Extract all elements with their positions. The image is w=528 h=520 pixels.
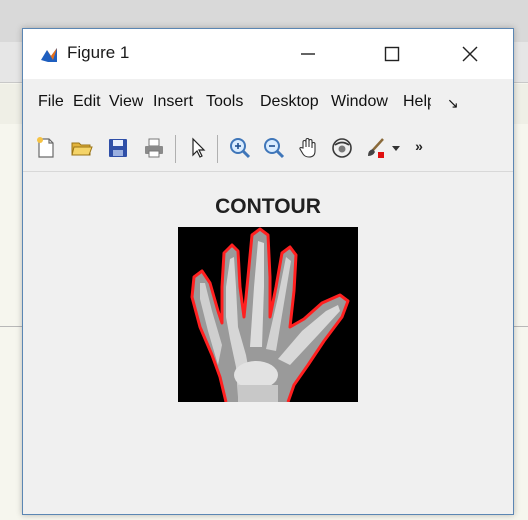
- open-file-button[interactable]: [67, 133, 97, 163]
- figure-toolbar: »: [23, 127, 513, 171]
- zoom-in-button[interactable]: [225, 133, 255, 163]
- brush-dropdown-button[interactable]: [387, 133, 405, 163]
- toolbar-divider: [217, 135, 218, 163]
- chevron-down-icon: [392, 146, 400, 151]
- figure-window: Figure 1 File Edit View Insert Tools Des…: [22, 28, 514, 515]
- menu-edit[interactable]: Edit: [73, 93, 101, 111]
- open-folder-icon: [71, 142, 93, 156]
- maximize-button[interactable]: [369, 37, 415, 71]
- title-bar[interactable]: Figure 1: [23, 29, 513, 79]
- toolbar-separator: [23, 171, 513, 172]
- zoom-in-icon: [230, 138, 251, 159]
- save-disk-icon: [109, 139, 127, 157]
- menu-window[interactable]: Window: [331, 93, 393, 111]
- zoom-out-button[interactable]: [259, 133, 289, 163]
- minimize-button[interactable]: [285, 37, 331, 71]
- maximize-icon: [384, 46, 400, 62]
- toolbar-divider: [175, 135, 176, 163]
- new-figure-button[interactable]: [31, 133, 61, 163]
- menu-insert[interactable]: Insert: [153, 93, 195, 111]
- menu-help[interactable]: Help: [403, 93, 431, 111]
- plot-title: CONTOUR: [215, 195, 321, 218]
- edit-plot-button[interactable]: [183, 133, 213, 163]
- zoom-out-icon: [264, 138, 285, 159]
- pan-button[interactable]: [293, 133, 323, 163]
- printer-icon: [145, 138, 163, 158]
- menu-bar: File Edit View Insert Tools Desktop Wind…: [23, 87, 513, 117]
- menu-tools[interactable]: Tools: [206, 93, 250, 111]
- new-document-icon: [37, 137, 54, 158]
- window-title: Figure 1: [67, 43, 130, 62]
- menu-overflow-icon[interactable]: ↘: [447, 95, 459, 112]
- save-figure-button[interactable]: [103, 133, 133, 163]
- brush-icon: [368, 138, 384, 158]
- contour-image: [178, 227, 358, 403]
- menu-view[interactable]: View: [109, 93, 143, 111]
- toolbar-overflow-icon[interactable]: »: [409, 131, 429, 161]
- rotate-3d-button[interactable]: [327, 133, 357, 163]
- minimize-icon: [301, 53, 315, 55]
- matlab-logo-icon: [39, 45, 59, 65]
- hand-icon: [299, 137, 316, 158]
- print-figure-button[interactable]: [139, 133, 169, 163]
- close-button[interactable]: [447, 37, 493, 71]
- close-icon: [462, 46, 478, 62]
- menu-desktop[interactable]: Desktop: [260, 93, 320, 111]
- menu-file[interactable]: File: [38, 93, 66, 111]
- pointer-arrow-icon: [192, 137, 206, 158]
- rotate-3d-icon: [332, 138, 352, 158]
